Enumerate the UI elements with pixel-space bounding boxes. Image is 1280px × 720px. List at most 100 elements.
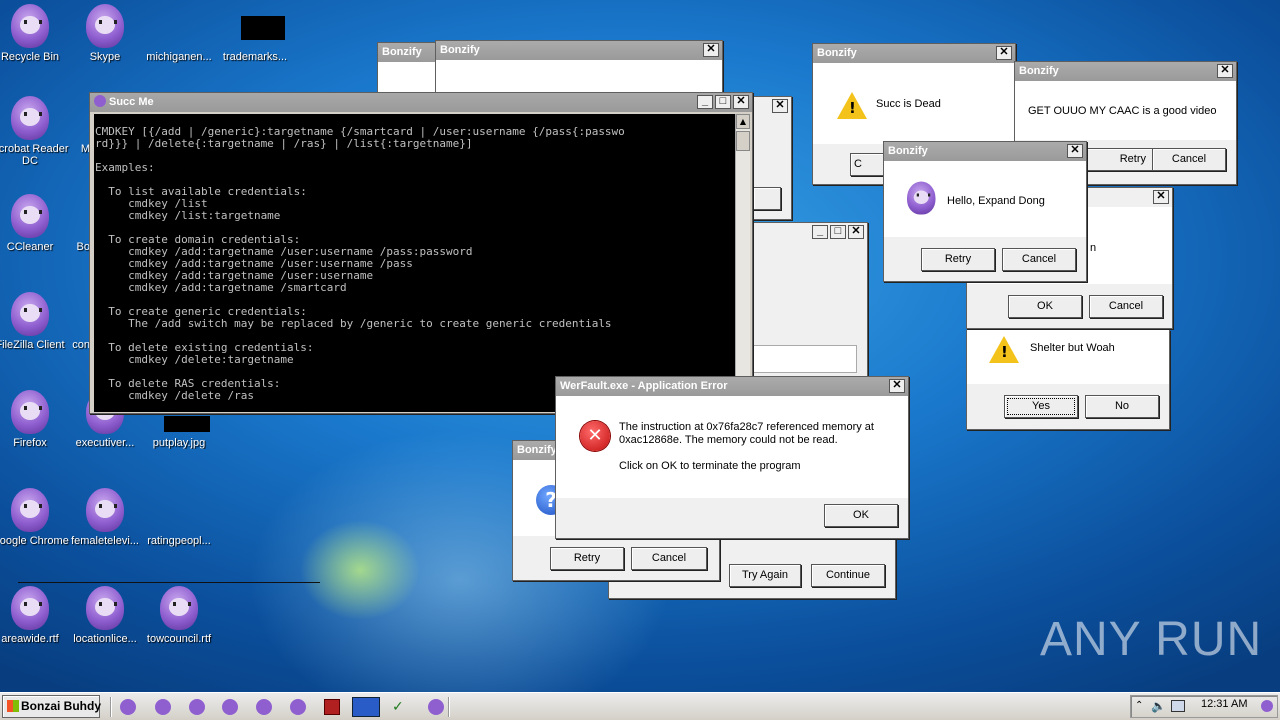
werfault-error-dialog[interactable]: WerFault.exe - Application Error ✕ ✕ The… <box>555 376 909 539</box>
document-icon[interactable] <box>324 699 340 715</box>
close-button[interactable]: ✕ <box>1153 190 1169 204</box>
warning-icon: ! <box>989 336 1019 363</box>
windows-logo-icon <box>7 700 19 712</box>
icon-label: ratingpeopl... <box>147 535 211 547</box>
cancel-button[interactable]: Cancel <box>631 547 707 570</box>
start-label: Bonzai Buhdy <box>21 699 101 713</box>
close-button[interactable]: ✕ <box>889 379 905 393</box>
maximize-button[interactable]: □ <box>715 95 731 109</box>
volume-icon[interactable]: 🔈 <box>1151 699 1166 713</box>
retry-button[interactable]: Retry <box>550 547 624 570</box>
desktop-icon-ratingpeopl[interactable]: ratingpeopl... <box>137 486 221 547</box>
close-button[interactable]: ✕ <box>1217 64 1233 78</box>
dialog-message-fragment: n <box>1090 242 1097 254</box>
bonzify-shelter-dialog[interactable]: ! Shelter but Woah Yes No <box>966 330 1170 430</box>
cancel-button[interactable]: Cancel <box>1152 148 1226 171</box>
window-title: Bonzify <box>1019 65 1059 77</box>
desktop-icon-towcouncil[interactable]: towcouncil.rtf <box>137 584 221 645</box>
cancel-button[interactable]: Cancel <box>1089 295 1163 318</box>
system-tray: ⌃ 🔈 12:31 AM <box>1130 695 1278 718</box>
icon-label: putplay.jpg <box>152 437 206 449</box>
retry-button[interactable]: Retry <box>921 248 995 271</box>
scroll-thumb[interactable] <box>736 131 750 151</box>
desktop-icon-bo[interactable]: Bo <box>28 192 90 253</box>
watermark-text: ANY RUN <box>1040 613 1263 666</box>
desktop-icon-con[interactable]: con <box>28 290 90 351</box>
icon-label: executiver... <box>75 437 135 449</box>
bonzi-icon[interactable] <box>290 699 306 715</box>
minimize-button[interactable]: _ <box>812 225 828 239</box>
console-scrollbar[interactable]: ▲ <box>735 114 750 412</box>
window-title: Bonzify <box>440 44 480 56</box>
icon-label: Firefox <box>13 437 47 449</box>
clock[interactable]: 12:31 AM <box>1201 698 1247 710</box>
scroll-up-button[interactable]: ▲ <box>736 114 750 129</box>
console-output: CMDKEY [{/add | /generic}:targetname {/s… <box>94 114 736 412</box>
bonzify-hello-dialog[interactable]: Bonzify ✕ Hello, Expand Dong Retry Cance… <box>883 141 1087 282</box>
window-title: Bonzify <box>817 47 857 59</box>
desktop-icon-firefox[interactable]: Firefox <box>0 388 72 449</box>
bonzi-icon[interactable] <box>222 699 238 715</box>
window-title: WerFault.exe - Application Error <box>560 380 728 392</box>
window-title: Bonzify <box>378 43 436 62</box>
console-window[interactable]: Succ Me _ □ ✕ CMDKEY [{/add | /generic}:… <box>89 92 753 414</box>
desktop-icon-areawide[interactable]: areawide.rtf <box>0 584 72 645</box>
dialog-message: Succ is Dead <box>876 98 941 110</box>
desktop-icon-michiganen[interactable]: michiganen... <box>137 2 221 63</box>
ok-button[interactable]: OK <box>1008 295 1082 318</box>
monitor-icon[interactable] <box>352 697 380 717</box>
window-title: Bonzify <box>517 444 557 456</box>
bonzi-tray-icon[interactable] <box>1261 700 1273 712</box>
bonzi-icon[interactable] <box>256 699 272 715</box>
desktop-icon-recycle-bin[interactable]: Recycle Bin <box>0 2 72 63</box>
icon-label: areawide.rtf <box>1 633 59 645</box>
console-line: cmdkey /list:targetname <box>95 209 281 222</box>
close-button[interactable]: ✕ <box>1067 144 1083 158</box>
bonzify-window-back-2[interactable]: Bonzify ✕ <box>435 40 723 100</box>
cancel-button[interactable]: Cancel <box>1002 248 1076 271</box>
icon-label: locationlice... <box>73 633 137 645</box>
continue-button[interactable]: Continue <box>811 564 885 587</box>
dialog-message: GET OUUO MY CAAC is a good video <box>1028 105 1217 117</box>
icon-label: trademarks... <box>222 51 288 63</box>
desktop-icon-femaletelevi[interactable]: femaletelevi... <box>63 486 147 547</box>
desktop-icon-locationlice[interactable]: locationlice... <box>63 584 147 645</box>
start-button[interactable]: Bonzai Buhdy <box>2 695 101 718</box>
close-button[interactable]: ✕ <box>733 95 749 109</box>
desktop-icon-chrome[interactable]: Google Chrome <box>0 486 72 547</box>
desktop-icon-trademarks[interactable]: trademarks... <box>213 2 297 63</box>
ok-button[interactable]: OK <box>824 504 898 527</box>
bonzi-icon[interactable] <box>189 699 205 715</box>
icon-label: Recycle Bin <box>0 51 60 63</box>
maximize-button[interactable]: □ <box>830 225 846 239</box>
error-icon: ✕ <box>580 421 610 451</box>
retry-button[interactable]: Retry <box>1085 148 1157 171</box>
minimize-button[interactable]: _ <box>697 95 713 109</box>
close-button[interactable]: ✕ <box>703 43 719 57</box>
desktop-icon-mic[interactable]: Mic <box>28 94 98 155</box>
close-button[interactable]: ✕ <box>772 99 788 113</box>
tray-arrow-icon[interactable]: ⌃ <box>1135 700 1143 711</box>
quicklaunch-divider <box>110 697 112 717</box>
anyrun-watermark: ANY RUN <box>1040 612 1262 668</box>
hidden-button[interactable] <box>753 187 781 210</box>
checkmark-icon[interactable]: ✓ <box>392 699 408 715</box>
icon-label: michiganen... <box>146 51 212 63</box>
console-line: Examples: <box>95 161 155 174</box>
window-title: Succ Me <box>109 96 154 108</box>
icon-label: Google Chrome <box>0 535 69 547</box>
close-button[interactable]: ✕ <box>848 225 864 239</box>
network-icon[interactable] <box>1171 700 1185 712</box>
no-button[interactable]: No <box>1085 395 1159 418</box>
bonzi-icon[interactable] <box>428 699 444 715</box>
error-message-line1: The instruction at 0x76fa28c7 referenced… <box>619 421 874 433</box>
input-field[interactable] <box>735 345 857 373</box>
close-button[interactable]: ✕ <box>996 46 1012 60</box>
desktop-icon-skype[interactable]: Skype <box>63 2 147 63</box>
bonzi-icon[interactable] <box>120 699 136 715</box>
console-line: rd}}} | /delete{:targetname | /ras} | /l… <box>95 137 473 150</box>
try-again-button[interactable]: Try Again <box>729 564 801 587</box>
bonzi-icon[interactable] <box>155 699 171 715</box>
yes-button[interactable]: Yes <box>1004 395 1078 418</box>
